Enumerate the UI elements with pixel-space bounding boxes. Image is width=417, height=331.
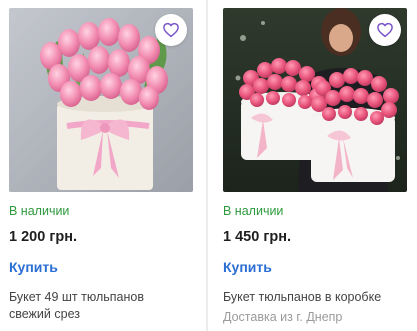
buy-button[interactable]: Купить xyxy=(223,259,272,275)
heart-icon xyxy=(377,22,393,38)
product-card[interactable]: В наличии 1 200 грн. Купить Букет 49 шт … xyxy=(0,0,203,331)
product-card[interactable]: В наличии 1 450 грн. Купить Букет тюльпа… xyxy=(212,0,417,331)
product-image[interactable] xyxy=(223,8,407,192)
product-title[interactable]: Букет 49 шт тюльпанов свежий срез xyxy=(9,289,199,323)
buy-button[interactable]: Купить xyxy=(9,259,58,275)
price: 1 450 грн. xyxy=(223,229,291,245)
heart-icon xyxy=(163,22,179,38)
product-title-line: свежий срез xyxy=(9,307,80,321)
stock-status: В наличии xyxy=(9,204,70,218)
delivery-info: Доставка из г. Днепр xyxy=(223,310,343,324)
favorite-button[interactable] xyxy=(369,14,401,46)
price: 1 200 грн. xyxy=(9,229,77,245)
card-divider xyxy=(206,0,208,331)
favorite-button[interactable] xyxy=(155,14,187,46)
product-image[interactable] xyxy=(9,8,193,192)
stock-status: В наличии xyxy=(223,204,284,218)
product-title[interactable]: Букет тюльпанов в коробке xyxy=(223,289,413,306)
product-title-line: Букет 49 шт тюльпанов xyxy=(9,290,144,304)
